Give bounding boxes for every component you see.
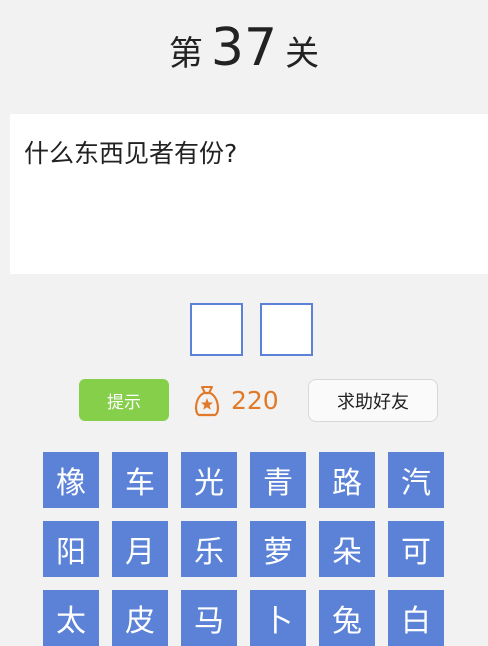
letter-tile[interactable]: 马 (181, 590, 237, 646)
level-title: 第 37 关 (0, 18, 488, 88)
letter-tile[interactable]: 路 (319, 452, 375, 508)
letter-tile[interactable]: 青 (250, 452, 306, 508)
letter-tile[interactable]: 乐 (181, 521, 237, 577)
coin-count: 220 (231, 385, 279, 415)
question-text: 什么东西见者有份? (24, 139, 238, 168)
letter-tile[interactable]: 皮 (112, 590, 168, 646)
letter-tile[interactable]: 车 (112, 452, 168, 508)
letter-tile[interactable]: 白 (388, 590, 444, 646)
letter-tile[interactable]: 橡 (43, 452, 99, 508)
hint-button[interactable]: 提示 (79, 379, 169, 421)
coin-counter: 220 (191, 378, 279, 422)
question-panel: 什么东西见者有份? (10, 114, 488, 274)
level-number: 37 (210, 18, 278, 78)
letter-tile[interactable]: 卜 (250, 590, 306, 646)
level-suffix: 关 (285, 34, 320, 74)
letter-tile[interactable]: 月 (112, 521, 168, 577)
ask-friend-button[interactable]: 求助好友 (308, 379, 438, 422)
money-bag-icon (194, 386, 220, 417)
answer-slot-2[interactable] (260, 303, 313, 356)
letter-tile[interactable]: 光 (181, 452, 237, 508)
letter-tile[interactable]: 太 (43, 590, 99, 646)
letter-tile[interactable]: 萝 (250, 521, 306, 577)
letter-tile[interactable]: 朵 (319, 521, 375, 577)
level-prefix: 第 (168, 34, 203, 74)
letter-tile[interactable]: 兔 (319, 590, 375, 646)
letter-tile[interactable]: 可 (388, 521, 444, 577)
letter-tile[interactable]: 汽 (388, 452, 444, 508)
letter-grid: 橡 车 光 青 路 汽 阳 月 乐 萝 朵 可 太 皮 马 卜 兔 白 (43, 452, 444, 646)
letter-tile[interactable]: 阳 (43, 521, 99, 577)
answer-slot-1[interactable] (190, 303, 243, 356)
